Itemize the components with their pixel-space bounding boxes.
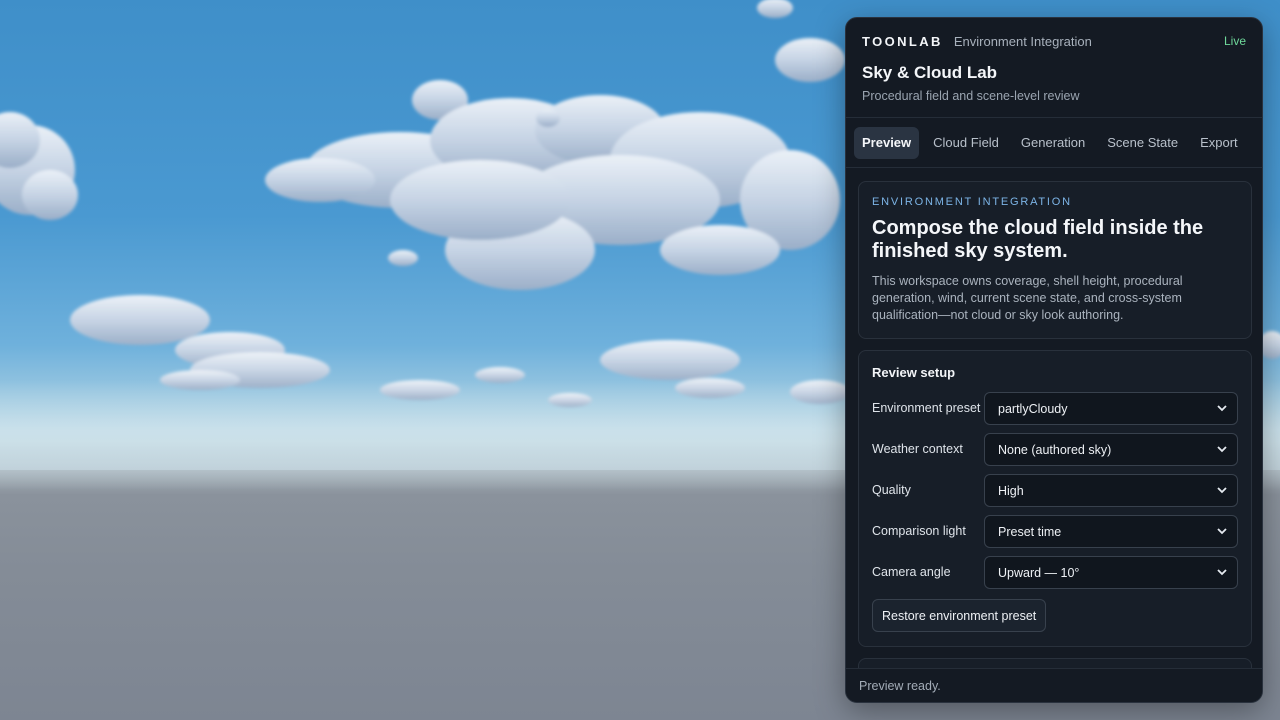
chevron-down-icon [1217, 568, 1227, 578]
restore-environment-preset-button[interactable]: Restore environment preset [872, 599, 1047, 632]
field-label: Camera angle [872, 565, 951, 579]
field-quality: Quality High [872, 474, 1238, 507]
tab-bar: Preview Cloud Field Generation Scene Sta… [846, 118, 1262, 168]
intro-eyebrow: ENVIRONMENT INTEGRATION [872, 196, 1072, 208]
intro-card: ENVIRONMENT INTEGRATION Compose the clou… [858, 181, 1252, 339]
comparison-light-select[interactable]: Preset time [984, 515, 1238, 548]
field-label: Comparison light [872, 524, 966, 538]
quality-select[interactable]: High [984, 474, 1238, 507]
chevron-down-icon [1217, 404, 1227, 414]
field-label: Environment preset [872, 401, 981, 415]
sky-cloud-lab-panel: TOONLAB Environment Integration Live Sky… [845, 17, 1263, 703]
tab-cloud-field[interactable]: Cloud Field [925, 127, 1007, 159]
field-environment-preset: Environment preset partlyCloudy [872, 392, 1238, 425]
tab-preview[interactable]: Preview [854, 126, 920, 159]
field-label: Quality [872, 483, 911, 497]
tab-generation[interactable]: Generation [1013, 127, 1093, 159]
chevron-down-icon [1217, 445, 1227, 455]
select-value: Preset time [998, 524, 1062, 539]
context-label: Environment Integration [953, 33, 1092, 49]
field-weather-context: Weather context None (authored sky) [872, 433, 1238, 466]
field-camera-angle: Camera angle Upward — 10° [872, 556, 1238, 589]
chevron-down-icon [1217, 486, 1227, 496]
weather-context-select[interactable]: None (authored sky) [984, 433, 1238, 466]
status-footer: Preview ready. [846, 668, 1262, 702]
select-value: partlyCloudy [998, 401, 1068, 416]
review-setup-card: Review setup Environment preset partlyCl… [858, 350, 1252, 647]
intro-headline: Compose the cloud field inside the finis… [872, 217, 1204, 262]
tab-export[interactable]: Export [1192, 127, 1246, 159]
select-value: High [998, 483, 1024, 498]
panel-content[interactable]: ENVIRONMENT INTEGRATION Compose the clou… [846, 169, 1262, 671]
review-setup-title: Review setup [872, 365, 956, 380]
environment-preset-select[interactable]: partlyCloudy [984, 392, 1238, 425]
camera-angle-select[interactable]: Upward — 10° [984, 556, 1238, 589]
status-message: Preview ready. [859, 678, 941, 693]
field-comparison-light: Comparison light Preset time [872, 515, 1238, 548]
field-label: Weather context [872, 442, 963, 456]
tab-scene-state[interactable]: Scene State [1099, 127, 1186, 159]
chevron-down-icon [1217, 527, 1227, 537]
panel-title: Sky & Cloud Lab [862, 63, 998, 82]
intro-description: This workspace owns coverage, shell heig… [872, 274, 1183, 322]
panel-subtitle: Procedural field and scene-level review [862, 89, 1080, 103]
select-value: Upward — 10° [998, 565, 1080, 580]
select-value: None (authored sky) [998, 442, 1112, 457]
brand-logo: TOONLAB [862, 33, 943, 49]
live-status-badge: Live [1223, 34, 1246, 48]
panel-header: TOONLAB Environment Integration Live Sky… [846, 18, 1262, 118]
